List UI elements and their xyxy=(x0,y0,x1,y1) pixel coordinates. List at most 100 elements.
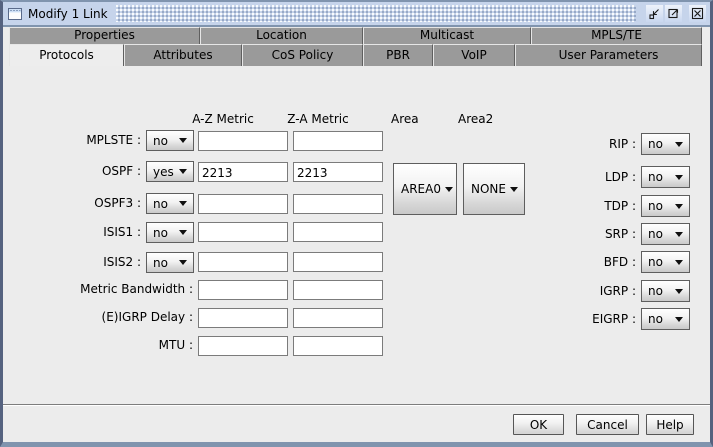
area2-header: Area2 xyxy=(458,112,494,126)
minimize-icon xyxy=(649,9,659,20)
chevron-down-icon xyxy=(179,230,187,235)
ldp-label: LDP : xyxy=(604,170,636,184)
ospf-enabled-value: yes xyxy=(153,164,174,179)
area-select[interactable]: AREA0 xyxy=(393,163,457,215)
ospf-label: OSPF : xyxy=(101,164,141,178)
application-window-icon xyxy=(8,7,22,20)
help-button[interactable]: Help xyxy=(646,414,694,435)
tab-voip[interactable]: VoIP xyxy=(433,44,515,66)
tab-user-parameters[interactable]: User Parameters xyxy=(515,44,702,66)
chevron-down-icon xyxy=(509,186,518,192)
chevron-down-icon xyxy=(675,141,683,147)
ospf3-enabled-select[interactable]: no xyxy=(146,193,194,214)
close-button[interactable] xyxy=(689,5,706,22)
isis2-enabled-value: no xyxy=(153,255,168,270)
bfd-select[interactable]: no xyxy=(641,251,690,273)
rip-select[interactable]: no xyxy=(641,133,690,155)
titlebar-drag-texture[interactable] xyxy=(115,5,636,22)
ospf3-az-metric-input[interactable] xyxy=(198,194,288,214)
eigrp-delay-za-input[interactable] xyxy=(293,308,383,328)
isis1-za-metric-input[interactable] xyxy=(293,222,383,242)
ospf3-label: OSPF3 : xyxy=(94,196,141,210)
cancel-button[interactable]: Cancel xyxy=(576,414,639,435)
mtu-az-input[interactable] xyxy=(198,336,288,356)
srp-value: no xyxy=(648,227,663,241)
ldp-select[interactable]: no xyxy=(641,166,690,188)
area-header: Area xyxy=(391,112,419,126)
mplste-enabled-select[interactable]: no xyxy=(146,130,194,151)
ldp-value: no xyxy=(648,170,663,184)
mtu-label: MTU : xyxy=(158,338,193,352)
isis2-enabled-select[interactable]: no xyxy=(146,252,194,273)
tab-attributes[interactable]: Attributes xyxy=(124,44,242,66)
tdp-select[interactable]: no xyxy=(641,195,690,217)
chevron-down-icon xyxy=(675,174,683,180)
metric-bandwidth-za-input[interactable] xyxy=(293,280,383,300)
ok-button[interactable]: OK xyxy=(513,414,564,435)
isis2-az-metric-input[interactable] xyxy=(198,252,288,272)
tab-properties[interactable]: Properties xyxy=(9,27,200,44)
eigrp-value: no xyxy=(648,312,663,326)
tab-multicast[interactable]: Multicast xyxy=(363,27,531,44)
tdp-value: no xyxy=(648,199,663,213)
close-icon xyxy=(691,7,704,20)
tab-cos-policy[interactable]: CoS Policy xyxy=(242,44,363,66)
isis2-label: ISIS2 : xyxy=(103,255,141,269)
area-value: AREA0 xyxy=(401,182,441,196)
titlebar[interactable]: Modify 1 Link xyxy=(3,2,710,27)
tab-row-2: Protocols Attributes CoS Policy PBR VoIP… xyxy=(9,44,710,66)
isis1-enabled-select[interactable]: no xyxy=(146,222,194,243)
mplste-za-metric-input[interactable] xyxy=(293,131,383,151)
ospf3-za-metric-input[interactable] xyxy=(293,194,383,214)
igrp-label: IGRP : xyxy=(599,284,636,298)
mplste-enabled-value: no xyxy=(153,133,168,148)
mtu-za-input[interactable] xyxy=(293,336,383,356)
protocols-panel: A-Z Metric Z-A Metric Area Area2 MPLSTE … xyxy=(3,66,710,404)
chevron-down-icon xyxy=(444,186,453,192)
chevron-down-icon xyxy=(675,288,683,294)
bfd-value: no xyxy=(648,255,663,269)
isis1-az-metric-input[interactable] xyxy=(198,222,288,242)
isis1-enabled-value: no xyxy=(153,225,168,240)
eigrp-select[interactable]: no xyxy=(641,308,690,330)
ospf-az-metric-input[interactable] xyxy=(198,162,288,182)
bfd-label: BFD : xyxy=(603,255,636,269)
mplste-label: MPLSTE : xyxy=(86,133,141,147)
rip-value: no xyxy=(648,137,663,151)
minimize-button[interactable] xyxy=(646,5,663,22)
metric-bandwidth-label: Metric Bandwidth : xyxy=(80,282,193,296)
igrp-value: no xyxy=(648,284,663,298)
chevron-down-icon xyxy=(675,316,683,322)
chevron-down-icon xyxy=(675,231,683,237)
za-metric-header: Z-A Metric xyxy=(287,112,349,126)
chevron-down-icon xyxy=(179,260,187,265)
chevron-down-icon xyxy=(179,138,187,143)
eigrp-delay-az-input[interactable] xyxy=(198,308,288,328)
tab-strip: Properties Location Multicast MPLS/TE Pr… xyxy=(3,27,710,66)
maximize-icon xyxy=(668,8,679,19)
chevron-down-icon xyxy=(675,203,683,209)
modify-link-dialog: Modify 1 Link Properties Location Multic… xyxy=(0,0,713,447)
chevron-down-icon xyxy=(179,201,187,206)
tab-pbr[interactable]: PBR xyxy=(363,44,433,66)
tab-location[interactable]: Location xyxy=(200,27,363,44)
isis1-label: ISIS1 : xyxy=(103,225,141,239)
tdp-label: TDP : xyxy=(604,199,636,213)
tab-mpls-te[interactable]: MPLS/TE xyxy=(531,27,702,44)
igrp-select[interactable]: no xyxy=(641,280,690,302)
eigrp-label: EIGRP : xyxy=(592,312,636,326)
chevron-down-icon xyxy=(675,259,683,265)
srp-select[interactable]: no xyxy=(641,223,690,245)
ospf-enabled-select[interactable]: yes xyxy=(146,161,194,182)
metric-bandwidth-az-input[interactable] xyxy=(198,280,288,300)
rip-label: RIP : xyxy=(609,137,636,151)
mplste-az-metric-input[interactable] xyxy=(198,131,288,151)
ospf-za-metric-input[interactable] xyxy=(293,162,383,182)
window-title: Modify 1 Link xyxy=(28,6,108,21)
eigrp-delay-label: (E)IGRP Delay : xyxy=(101,310,193,324)
maximize-button[interactable] xyxy=(665,5,682,22)
tab-protocols[interactable]: Protocols xyxy=(9,44,124,66)
isis2-za-metric-input[interactable] xyxy=(293,252,383,272)
button-bar: OK Cancel Help xyxy=(3,406,710,442)
tab-row-1: Properties Location Multicast MPLS/TE xyxy=(9,27,710,44)
